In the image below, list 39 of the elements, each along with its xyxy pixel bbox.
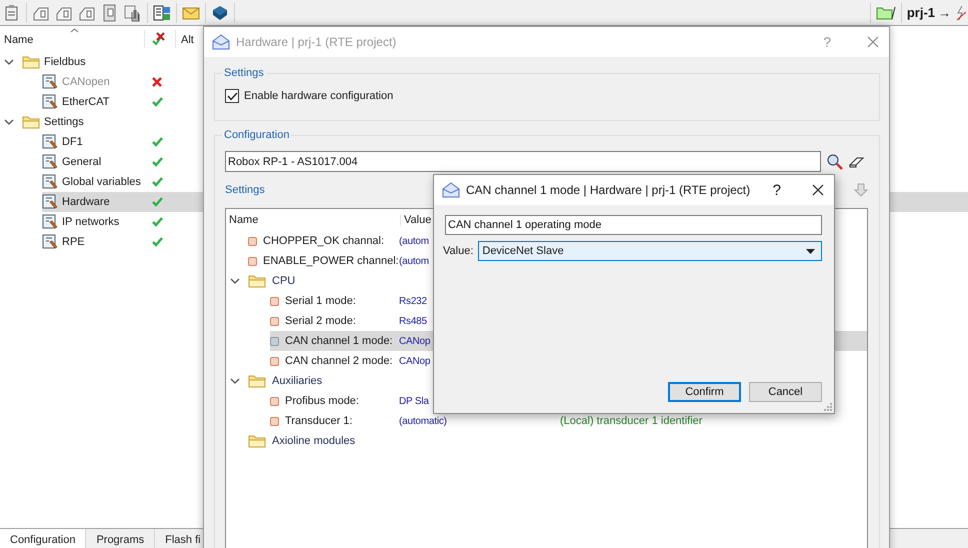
group-label: Axioline modules xyxy=(272,435,356,447)
item-label: DF1 xyxy=(62,136,84,148)
setting-name: Serial 1 mode: xyxy=(285,295,356,307)
setting-note: (Local) transducer 1 identifier xyxy=(560,415,702,427)
setting-value: Rs232 xyxy=(399,296,427,307)
value-label: Value: xyxy=(443,245,474,257)
arrow-text: → xyxy=(938,5,951,20)
group-title: Settings xyxy=(223,67,265,79)
setting-name: CAN channel 2 mode: xyxy=(285,355,393,367)
setting-value: (automatic) xyxy=(399,416,447,427)
window-title: Hardware | prj-1 (RTE project) xyxy=(236,35,398,49)
item-label: Fieldbus xyxy=(44,56,87,68)
checkbox-label: Enable hardware configuration xyxy=(244,90,394,102)
setting-name: Serial 2 mode: xyxy=(285,315,356,327)
setting-value: (autom xyxy=(399,236,429,247)
window-title: CAN channel 1 mode | Hardware | prj-1 (RTE project) xyxy=(466,183,752,197)
setting-value: CANop xyxy=(399,336,430,347)
item-label: Hardware xyxy=(62,196,111,208)
group-label: CPU xyxy=(272,275,296,287)
item-label: Global variables xyxy=(62,176,142,188)
setting-name: Transducer 1: xyxy=(285,415,352,427)
setting-value: CANop xyxy=(399,356,430,367)
section-label: Settings xyxy=(225,184,265,196)
setting-value: DP Sla xyxy=(399,396,429,407)
item-label: General xyxy=(62,156,102,168)
setting-name: ENABLE_POWER channel: xyxy=(263,255,399,267)
setting-value: Rs485 xyxy=(399,316,427,327)
item-label: RPE xyxy=(62,236,86,248)
item-label: CANopen xyxy=(62,76,111,88)
setting-name: Profibus mode: xyxy=(285,395,359,407)
item-label: IP networks xyxy=(62,216,120,228)
item-label: Settings xyxy=(44,116,85,128)
setting-name: CAN channel 1 mode: xyxy=(285,335,393,347)
item-label: EtherCAT xyxy=(62,96,110,108)
setting-name: CHOPPER_OK channal: xyxy=(263,235,384,247)
group-label: Auxiliaries xyxy=(272,375,322,387)
project-name: prj-1 xyxy=(906,5,935,20)
group-title: Configuration xyxy=(223,129,290,141)
setting-value: (autom xyxy=(399,256,429,267)
